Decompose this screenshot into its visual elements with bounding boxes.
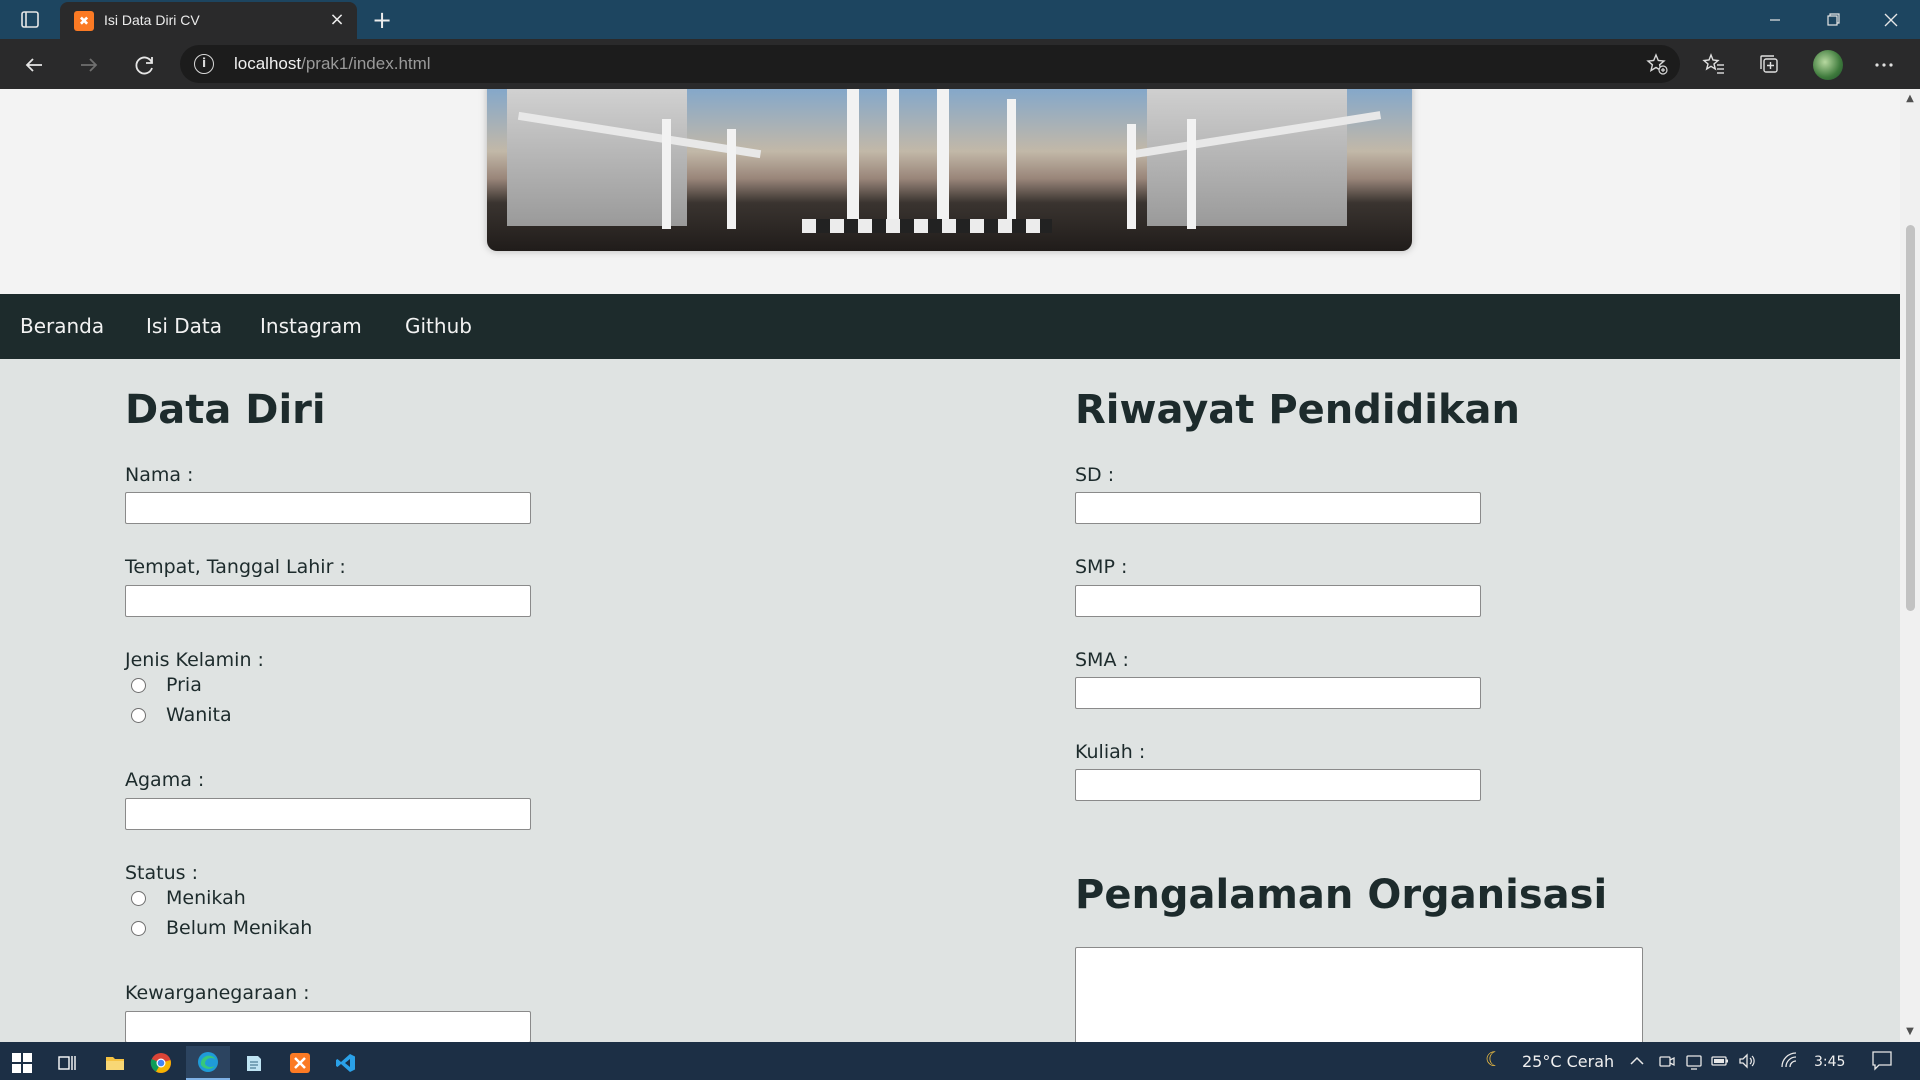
page-scrollbar[interactable]: ▲ ▼	[1900, 89, 1920, 1042]
page-viewport: Beranda Isi Data Instagram Github Data D…	[0, 89, 1900, 1042]
nav-link-beranda[interactable]: Beranda	[20, 314, 104, 338]
wifi-icon[interactable]	[1779, 1050, 1799, 1072]
kewarganegaraan-label: Kewarganegaraan :	[125, 982, 310, 1004]
tab-close-icon[interactable]: ×	[327, 10, 347, 30]
battery-icon[interactable]	[1710, 1050, 1730, 1072]
ttl-label: Tempat, Tanggal Lahir :	[125, 556, 346, 578]
active-tab[interactable]: ✖ Isi Data Diri CV ×	[60, 2, 357, 39]
scroll-up-icon[interactable]: ▲	[1904, 93, 1916, 105]
notification-icon[interactable]	[1871, 1049, 1892, 1071]
restore-icon[interactable]	[1813, 6, 1853, 34]
scroll-down-icon[interactable]: ▼	[1904, 1026, 1916, 1038]
campus-banner-image	[487, 89, 1412, 251]
chevron-up-icon[interactable]	[1627, 1050, 1647, 1072]
favorites-icon[interactable]	[1700, 51, 1728, 79]
radio-belum-menikah-label: Belum Menikah	[166, 917, 313, 939]
notepad-icon[interactable]	[232, 1046, 276, 1080]
chrome-icon[interactable]	[139, 1046, 183, 1080]
sma-label: SMA :	[1075, 649, 1129, 671]
weather-moon-icon[interactable]: ☾	[1484, 1048, 1504, 1070]
radio-wanita-label: Wanita	[166, 704, 232, 726]
radio-wanita[interactable]	[131, 708, 146, 723]
weather-text[interactable]: 25°C Cerah	[1522, 1052, 1614, 1071]
more-icon[interactable]	[1870, 51, 1898, 79]
riwayat-pendidikan-title: Riwayat Pendidikan	[1075, 387, 1521, 433]
forward-arrow-icon[interactable]	[75, 51, 103, 79]
back-arrow-icon[interactable]	[20, 51, 48, 79]
windows-start-icon[interactable]	[0, 1046, 44, 1080]
radio-belum-menikah[interactable]	[131, 921, 146, 936]
meet-now-icon[interactable]	[1657, 1050, 1677, 1072]
nav-link-github[interactable]: Github	[405, 314, 472, 338]
sd-label: SD :	[1075, 464, 1115, 486]
radio-pria[interactable]	[131, 678, 146, 693]
radio-menikah-label: Menikah	[166, 887, 246, 909]
pengalaman-organisasi-textarea[interactable]	[1075, 947, 1643, 1042]
browser-tab-bar: ✖ Isi Data Diri CV × +	[0, 0, 1920, 39]
scroll-thumb[interactable]	[1906, 225, 1915, 611]
info-icon[interactable]: i	[194, 54, 214, 74]
file-explorer-icon[interactable]	[93, 1046, 137, 1080]
ttl-input[interactable]	[125, 585, 531, 617]
main-navbar: Beranda Isi Data Instagram Github	[0, 294, 1900, 359]
profile-avatar[interactable]	[1813, 50, 1843, 80]
edge-icon[interactable]	[186, 1046, 230, 1080]
jenis-kelamin-label: Jenis Kelamin :	[125, 649, 264, 671]
sd-input[interactable]	[1075, 492, 1481, 524]
xampp-icon[interactable]	[278, 1046, 322, 1080]
vscode-icon[interactable]	[324, 1046, 368, 1080]
network-icon[interactable]	[1684, 1050, 1704, 1072]
address-bar[interactable]: i localhost/prak1/index.html	[180, 45, 1680, 83]
agama-input[interactable]	[125, 798, 531, 830]
browser-toolbar: i localhost/prak1/index.html	[0, 39, 1920, 89]
url-text[interactable]: localhost/prak1/index.html	[234, 54, 431, 74]
status-label: Status :	[125, 862, 198, 884]
new-tab-button[interactable]: +	[368, 6, 396, 34]
star-plus-icon[interactable]	[1646, 53, 1668, 75]
tab-actions-icon[interactable]	[16, 8, 44, 32]
refresh-icon[interactable]	[131, 51, 159, 79]
xampp-favicon-icon: ✖	[74, 11, 94, 31]
collections-icon[interactable]	[1756, 51, 1784, 79]
agama-label: Agama :	[125, 769, 205, 791]
volume-icon[interactable]	[1737, 1050, 1757, 1072]
clock-time[interactable]: 3:45	[1814, 1054, 1845, 1070]
smp-input[interactable]	[1075, 585, 1481, 617]
task-view-icon[interactable]	[45, 1046, 89, 1080]
radio-pria-label: Pria	[166, 674, 202, 696]
kewarganegaraan-input[interactable]	[125, 1011, 531, 1042]
nama-input[interactable]	[125, 492, 531, 524]
tab-title: Isi Data Diri CV	[104, 12, 200, 28]
close-icon[interactable]	[1871, 6, 1911, 34]
minimize-icon[interactable]	[1755, 6, 1795, 34]
nama-label: Nama :	[125, 464, 194, 486]
kuliah-input[interactable]	[1075, 769, 1481, 801]
nav-link-isi-data[interactable]: Isi Data	[146, 314, 222, 338]
data-diri-title: Data Diri	[125, 387, 326, 433]
nav-link-instagram[interactable]: Instagram	[260, 314, 362, 338]
windows-taskbar: ☾ 25°C Cerah 3:45	[0, 1042, 1920, 1080]
page-header	[0, 89, 1900, 294]
radio-menikah[interactable]	[131, 891, 146, 906]
smp-label: SMP :	[1075, 556, 1128, 578]
pengalaman-organisasi-title: Pengalaman Organisasi	[1075, 872, 1608, 918]
kuliah-label: Kuliah :	[1075, 741, 1146, 763]
sma-input[interactable]	[1075, 677, 1481, 709]
